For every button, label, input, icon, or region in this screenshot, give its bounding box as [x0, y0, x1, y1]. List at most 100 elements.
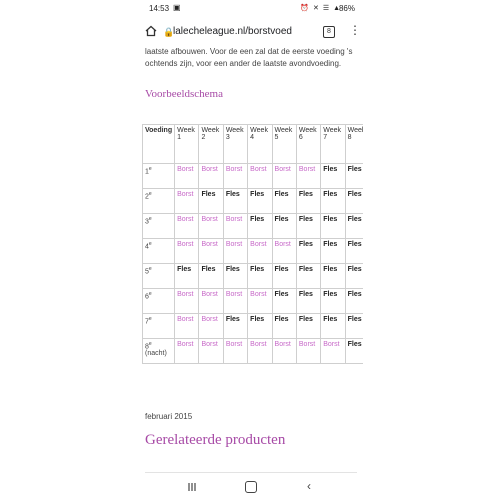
table-cell: Borst — [222, 213, 249, 239]
table-cell: Fles — [344, 263, 363, 289]
column-header-week: Week 1 — [174, 124, 200, 164]
article-paragraph: laatste afbouwen. Voor de een zal dat de… — [145, 46, 357, 70]
table-cell: Fles — [271, 288, 297, 314]
table-cell: Fles — [222, 188, 249, 214]
row-label: 2e — [141, 188, 176, 214]
row-label: 3e — [141, 213, 176, 239]
row-suffix: e — [148, 341, 152, 347]
page-content: laatste afbouwen. Voor de een zal dat de… — [137, 46, 363, 476]
table-cell: Fles — [344, 288, 363, 314]
row-suffix: e — [148, 241, 152, 247]
status-time: 14:53 — [149, 4, 170, 13]
column-header-week: Week 5 — [271, 124, 297, 164]
table-row: 7e Borst Borst Fles Fles Fles Fles Fles Fles — [141, 313, 363, 339]
menu-icon[interactable]: ⋮ — [349, 24, 361, 36]
row-label: 6e — [141, 288, 176, 314]
table-cell: Fles — [247, 188, 273, 214]
row-suffix: e — [148, 191, 152, 197]
table-cell: Borst — [271, 238, 297, 264]
tab-switcher-button[interactable]: 8 — [323, 26, 335, 38]
table-cell: Borst — [198, 288, 224, 314]
table-cell: Fles — [320, 238, 346, 264]
table-cell: Fles — [247, 263, 273, 289]
column-header-week: Week 8 — [344, 124, 363, 164]
row-label: 1e — [141, 163, 176, 189]
table-cell: Fles — [320, 188, 346, 214]
column-header-week: Week 3 — [222, 124, 249, 164]
row-suffix: e — [148, 266, 152, 272]
row-suffix: e — [148, 316, 152, 322]
table-row: 1e Borst Borst Borst Borst Borst Borst Fles Fles — [141, 163, 363, 189]
publish-date: februari 2015 — [145, 412, 193, 421]
table-cell: Fles — [320, 213, 346, 239]
row-label: 5e — [141, 263, 176, 289]
table-cell: Borst — [198, 163, 224, 189]
table-cell: Fles — [344, 188, 363, 214]
table-cell: Borst — [271, 163, 297, 189]
table-cell: Fles — [344, 163, 363, 189]
table-cell: Borst — [247, 338, 273, 364]
table-cell: Fles — [271, 188, 297, 214]
url-field[interactable]: lalecheleague.nl/borstvoed — [173, 26, 292, 37]
row-label: 7e — [141, 313, 176, 339]
table-cell: Borst — [247, 238, 273, 264]
table-cell: Fles — [295, 213, 322, 239]
home-icon[interactable] — [145, 25, 157, 37]
recents-icon[interactable] — [187, 482, 197, 492]
column-header-feed: Voeding — [141, 124, 176, 164]
row-suffix: e — [148, 216, 152, 222]
divider — [145, 472, 357, 473]
table-cell: Fles — [344, 338, 363, 364]
table-row: 6e Borst Borst Borst Borst Fles Fles Fles Fles — [141, 288, 363, 314]
table-cell: Fles — [320, 288, 346, 314]
table-cell: Fles — [344, 238, 363, 264]
home-button[interactable] — [245, 481, 257, 493]
table-cell: Borst — [198, 338, 224, 364]
schema-heading: Voorbeeldschema — [145, 88, 223, 100]
column-header-week: Week 7 — [320, 124, 346, 164]
table-row: 2e Borst Fles Fles Fles Fles Fles Fles Fles — [141, 188, 363, 214]
row-suffix: e — [148, 166, 152, 172]
table-cell: Fles — [198, 188, 224, 214]
column-header-week: Week 6 — [295, 124, 322, 164]
table-cell: Fles — [271, 263, 297, 289]
table-header-row: Voeding Week 1 Week 2 Week 3 Week 4 Week 5 Wee… — [141, 124, 363, 164]
table-cell: Fles — [222, 263, 249, 289]
phone-screen: 14:53 ▣ ⏰ ✕ ☰ ▲ 86% 🔒 lalecheleague.nl/b… — [137, 0, 363, 500]
column-header-week: Week 4 — [247, 124, 273, 164]
table-cell: Fles — [320, 263, 346, 289]
row-note: (nacht) — [145, 350, 167, 358]
paragraph-line: ochtends zijn, voor een ander de laatste… — [145, 59, 342, 68]
table-cell: Borst — [222, 163, 249, 189]
related-products-heading: Gerelateerde producten — [145, 432, 286, 448]
table-cell: Borst — [295, 338, 322, 364]
back-icon[interactable]: ‹ — [307, 479, 311, 493]
table-cell: Borst — [174, 313, 200, 339]
row-label: 8e (nacht) — [141, 338, 176, 364]
table-cell: Borst — [174, 213, 200, 239]
table-cell: Borst — [222, 288, 249, 314]
table-cell: Fles — [295, 188, 322, 214]
table-cell: Borst — [198, 213, 224, 239]
table-cell: Fles — [295, 263, 322, 289]
table-cell: Fles — [271, 213, 297, 239]
table-cell: Fles — [295, 238, 322, 264]
table-cell: Fles — [295, 313, 322, 339]
table-cell: Borst — [320, 338, 346, 364]
table-cell: Fles — [247, 313, 273, 339]
table-cell: Borst — [174, 238, 200, 264]
table-cell: Fles — [320, 163, 346, 189]
column-header-week: Week 2 — [198, 124, 224, 164]
status-bar: 14:53 ▣ ⏰ ✕ ☰ ▲ 86% — [137, 0, 363, 18]
android-nav-bar: ‹ — [137, 476, 363, 500]
table-cell: Borst — [174, 338, 200, 364]
table-cell: Borst — [247, 288, 273, 314]
table-cell: Borst — [198, 238, 224, 264]
table-cell: Borst — [247, 163, 273, 189]
table-cell: Borst — [222, 238, 249, 264]
table-cell: Fles — [174, 263, 200, 289]
battery-level: 86% — [338, 4, 355, 13]
table-cell: Fles — [295, 288, 322, 314]
table-row: 3e Borst Borst Borst Fles Fles Fles Fles Fles — [141, 213, 363, 239]
table-cell: Borst — [295, 163, 322, 189]
